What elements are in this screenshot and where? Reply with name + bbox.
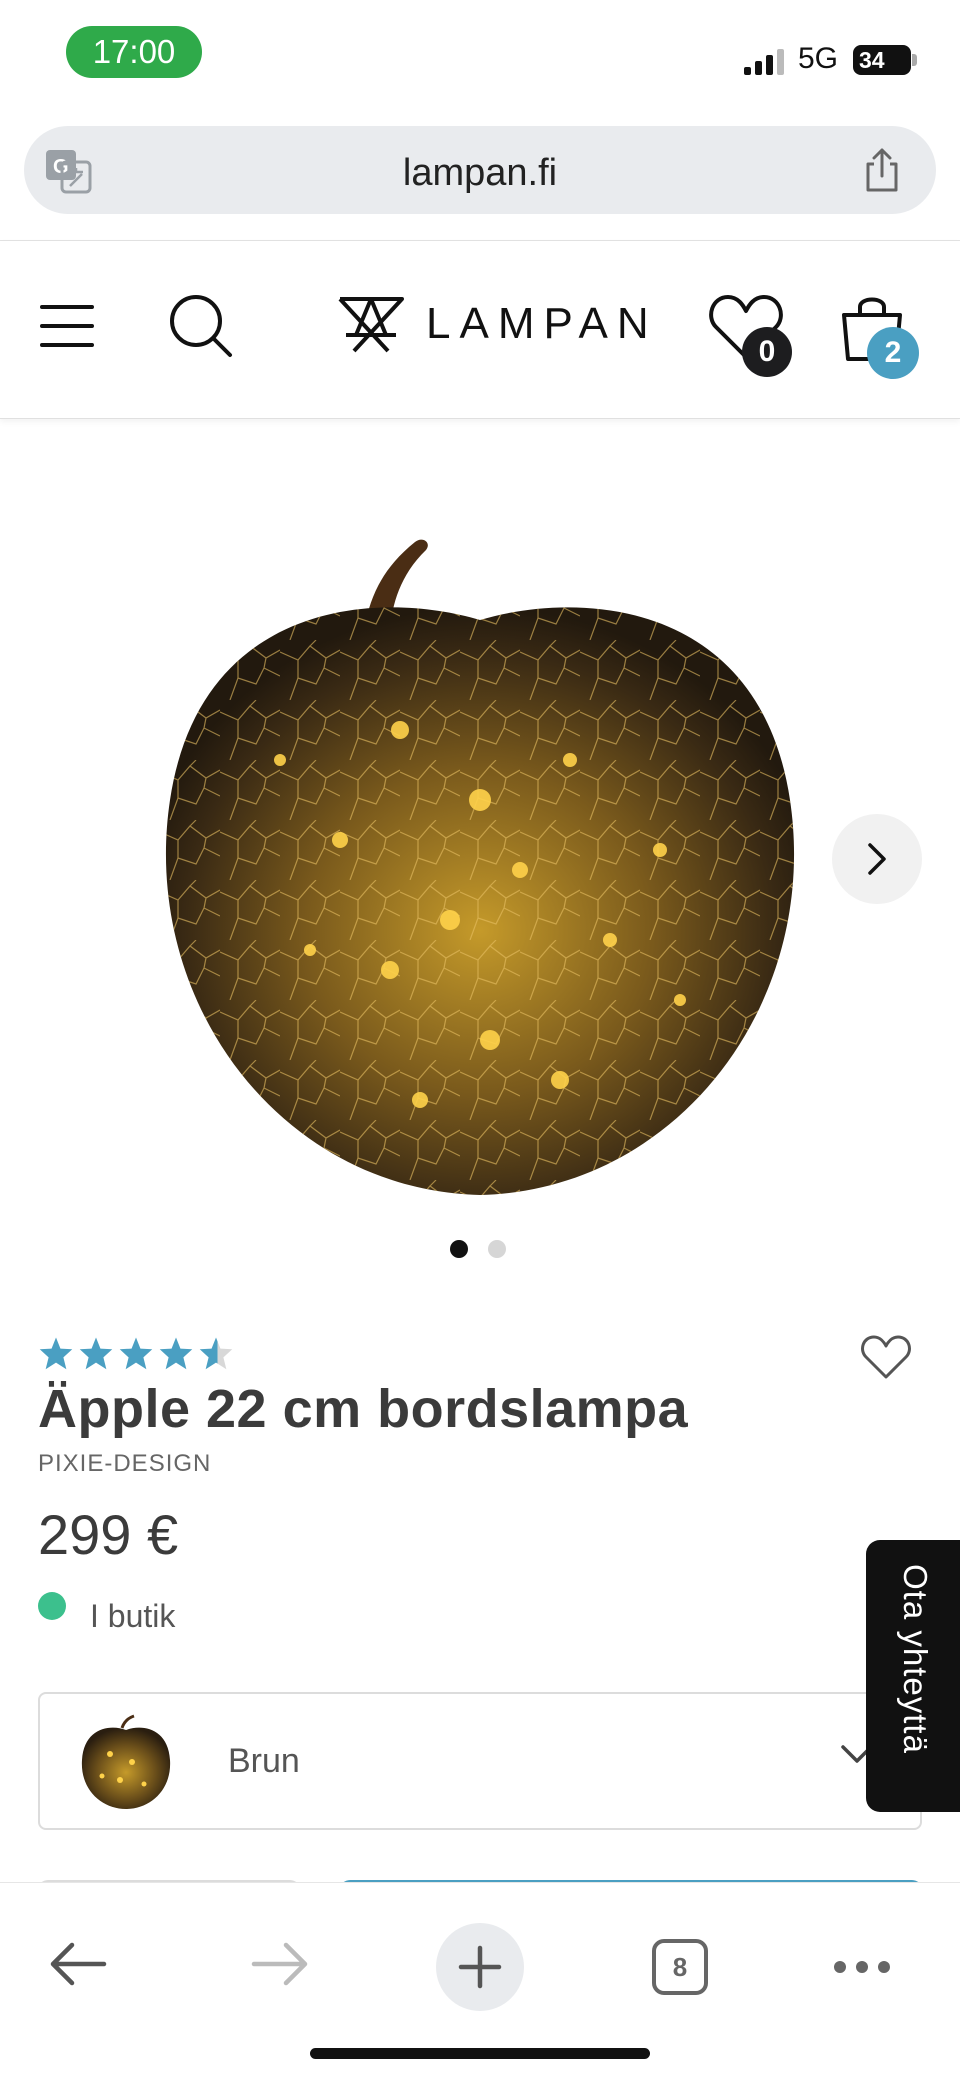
wishlist-count-badge[interactable]: 0	[742, 327, 792, 377]
status-bar: 17:00 5G 34	[0, 0, 960, 110]
new-tab-button[interactable]	[436, 1923, 524, 2011]
chevron-right-icon	[868, 843, 886, 875]
variant-select[interactable]: Brun	[38, 1692, 922, 1830]
status-time: 17:00	[66, 26, 202, 78]
plus-icon	[458, 1945, 502, 1989]
contact-tab[interactable]: Ota yhteyttä	[866, 1540, 960, 1812]
more-dots-icon[interactable]	[834, 1961, 890, 1973]
tab-switcher-button[interactable]: 8	[652, 1939, 708, 1995]
site-header: LAMPAN 0 2	[0, 241, 960, 419]
stock-status-dot	[38, 1592, 66, 1620]
variant-selected-label: Brun	[228, 1742, 300, 1780]
variant-thumbnail	[81, 1714, 171, 1809]
url-text[interactable]: lampan.fi	[24, 152, 936, 195]
network-type: 5G	[798, 42, 839, 75]
heart-outline-icon[interactable]	[860, 1334, 912, 1380]
gallery-dot-1[interactable]	[450, 1240, 468, 1258]
star-icon	[39, 1337, 73, 1370]
site-logo[interactable]: LAMPAN	[336, 293, 658, 355]
arrow-left-icon[interactable]	[48, 1939, 108, 1989]
rating-stars[interactable]	[38, 1336, 234, 1370]
product-brand[interactable]: PIXIE-DESIGN	[38, 1450, 211, 1478]
gallery-dot-2[interactable]	[488, 1240, 506, 1258]
battery-cap	[912, 54, 917, 66]
product-image[interactable]	[160, 520, 800, 1200]
contact-tab-label: Ota yhteyttä	[897, 1564, 934, 1754]
star-icon	[79, 1337, 113, 1370]
product-title: Äpple 22 cm bordslampa	[38, 1379, 689, 1439]
signal-strength-icon	[744, 49, 784, 75]
logo-text: LAMPAN	[426, 299, 658, 348]
search-icon[interactable]	[168, 293, 234, 359]
home-indicator[interactable]	[310, 2048, 650, 2059]
star-icon	[159, 1337, 193, 1370]
battery-indicator: 34	[853, 45, 911, 75]
cart-count-badge[interactable]: 2	[867, 327, 919, 379]
logo-mark-icon	[338, 297, 404, 353]
product-price: 299 €	[38, 1503, 179, 1566]
next-image-button[interactable]	[832, 814, 922, 904]
address-bar[interactable]: G lampan.fi	[24, 126, 936, 214]
hamburger-menu-icon[interactable]	[40, 303, 94, 349]
star-icon	[119, 1337, 153, 1370]
share-icon[interactable]	[862, 146, 902, 194]
stock-status-text: I butik	[90, 1598, 176, 1634]
gallery-pagination	[450, 1240, 506, 1258]
arrow-right-icon[interactable]	[250, 1939, 310, 1989]
half-star-icon	[199, 1337, 233, 1370]
